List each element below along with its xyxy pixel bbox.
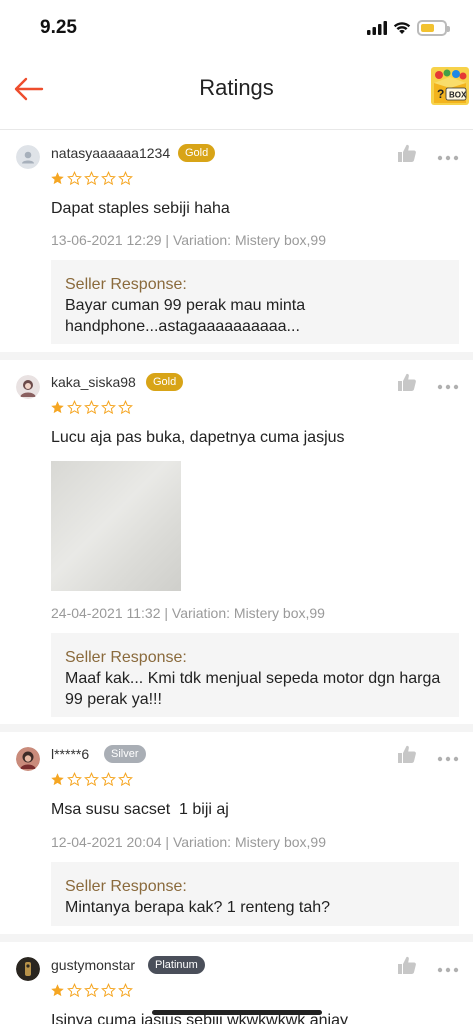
- star-empty-icon: [67, 772, 82, 787]
- star-empty-icon: [101, 772, 116, 787]
- star-empty-icon: [84, 983, 99, 998]
- member-badge: Gold: [146, 373, 184, 391]
- more-dots-icon[interactable]: [437, 377, 459, 390]
- star-empty-icon: [118, 772, 133, 787]
- star-empty-icon: [84, 171, 99, 186]
- star-empty-icon: [118, 171, 133, 186]
- default-user-icon: [16, 145, 40, 169]
- star-rating: [50, 772, 133, 787]
- thumbs-up-icon[interactable]: [397, 143, 417, 163]
- more-dots-icon[interactable]: [437, 749, 459, 762]
- review-text: Lucu aja pas buka, dapetnya cuma jasjus: [51, 429, 345, 446]
- review-text: Dapat staples sebiji haha: [51, 200, 230, 217]
- star-rating: [50, 983, 133, 998]
- home-indicator[interactable]: [152, 1010, 322, 1015]
- member-badge: Platinum: [148, 956, 205, 974]
- star-filled-icon: [51, 773, 64, 786]
- battery-icon: [417, 20, 450, 36]
- reviewer-username[interactable]: natasyaaaaaa1234: [51, 145, 170, 161]
- review-item: kaka_siska98 Gold Lucu aja pas buka, dap…: [0, 360, 473, 732]
- seller-response-label: Seller Response:: [65, 649, 187, 666]
- page-title: Ratings: [199, 75, 274, 100]
- reviewer-username[interactable]: kaka_siska98: [51, 374, 136, 390]
- seller-response-label: Seller Response:: [65, 878, 187, 895]
- star-empty-icon: [118, 400, 133, 415]
- star-rating: [50, 400, 133, 415]
- seller-response-text: Mintanya berapa kak? 1 renteng tah?: [65, 899, 331, 916]
- star-empty-icon: [101, 400, 116, 415]
- avatar: [16, 747, 40, 771]
- seller-response-text: Maaf kak... Kmi tdk menjual sepeda motor…: [65, 670, 441, 708]
- user-photo-icon: [16, 375, 40, 399]
- more-dots-icon[interactable]: [437, 960, 459, 973]
- review-item: natasyaaaaaa1234 Gold Dapat staples sebi…: [0, 130, 473, 360]
- review-meta: 24-04-2021 11:32 | Variation: Mistery bo…: [51, 605, 325, 621]
- seller-response-label: Seller Response:: [65, 276, 187, 293]
- svg-text:BOX: BOX: [449, 91, 467, 100]
- star-empty-icon: [84, 772, 99, 787]
- member-badge: Silver: [104, 745, 146, 763]
- reviewer-username[interactable]: l*****6: [51, 746, 89, 762]
- star-empty-icon: [84, 400, 99, 415]
- avatar: [16, 145, 40, 169]
- nav-bar: Ratings BOX ?: [0, 58, 473, 130]
- mystery-box-icon: BOX ?: [431, 67, 469, 105]
- star-empty-icon: [118, 983, 133, 998]
- signal-icon: [367, 21, 387, 35]
- user-photo-icon: [16, 957, 40, 981]
- product-thumbnail[interactable]: BOX ?: [431, 67, 469, 105]
- user-photo-icon: [16, 747, 40, 771]
- star-filled-icon: [51, 984, 64, 997]
- star-empty-icon: [101, 171, 116, 186]
- thumbs-up-icon[interactable]: [397, 372, 417, 392]
- avatar: [16, 957, 40, 981]
- seller-response: Seller Response: Bayar cuman 99 perak ma…: [51, 260, 459, 344]
- star-empty-icon: [101, 983, 116, 998]
- member-badge: Gold: [178, 144, 216, 162]
- status-bar: 9.25: [0, 0, 473, 58]
- review-text: Msa susu sacset 1 biji aj: [51, 801, 229, 818]
- star-empty-icon: [67, 400, 82, 415]
- review-meta: 13-06-2021 12:29 | Variation: Mistery bo…: [51, 232, 326, 248]
- thumbs-up-icon[interactable]: [397, 955, 417, 975]
- wifi-icon: [393, 22, 411, 34]
- review-item: l*****6 Silver Msa susu sacset 1 biji aj…: [0, 732, 473, 942]
- status-icons: [367, 20, 450, 36]
- svg-text:?: ?: [437, 87, 444, 101]
- star-filled-icon: [51, 401, 64, 414]
- review-meta: 12-04-2021 20:04 | Variation: Mistery bo…: [51, 834, 326, 850]
- star-empty-icon: [67, 983, 82, 998]
- star-empty-icon: [67, 171, 82, 186]
- seller-response: Seller Response: Maaf kak... Kmi tdk men…: [51, 633, 459, 717]
- seller-response: Seller Response: Mintanya berapa kak? 1 …: [51, 862, 459, 926]
- reviewer-username[interactable]: gustymonstar: [51, 957, 135, 973]
- seller-response-text: Bayar cuman 99 perak mau minta handphone…: [65, 297, 306, 335]
- status-time: 9.25: [40, 17, 77, 38]
- review-photo[interactable]: [51, 461, 181, 591]
- star-filled-icon: [51, 172, 64, 185]
- star-rating: [50, 171, 133, 186]
- thumbs-up-icon[interactable]: [397, 744, 417, 764]
- avatar: [16, 375, 40, 399]
- more-dots-icon[interactable]: [437, 148, 459, 161]
